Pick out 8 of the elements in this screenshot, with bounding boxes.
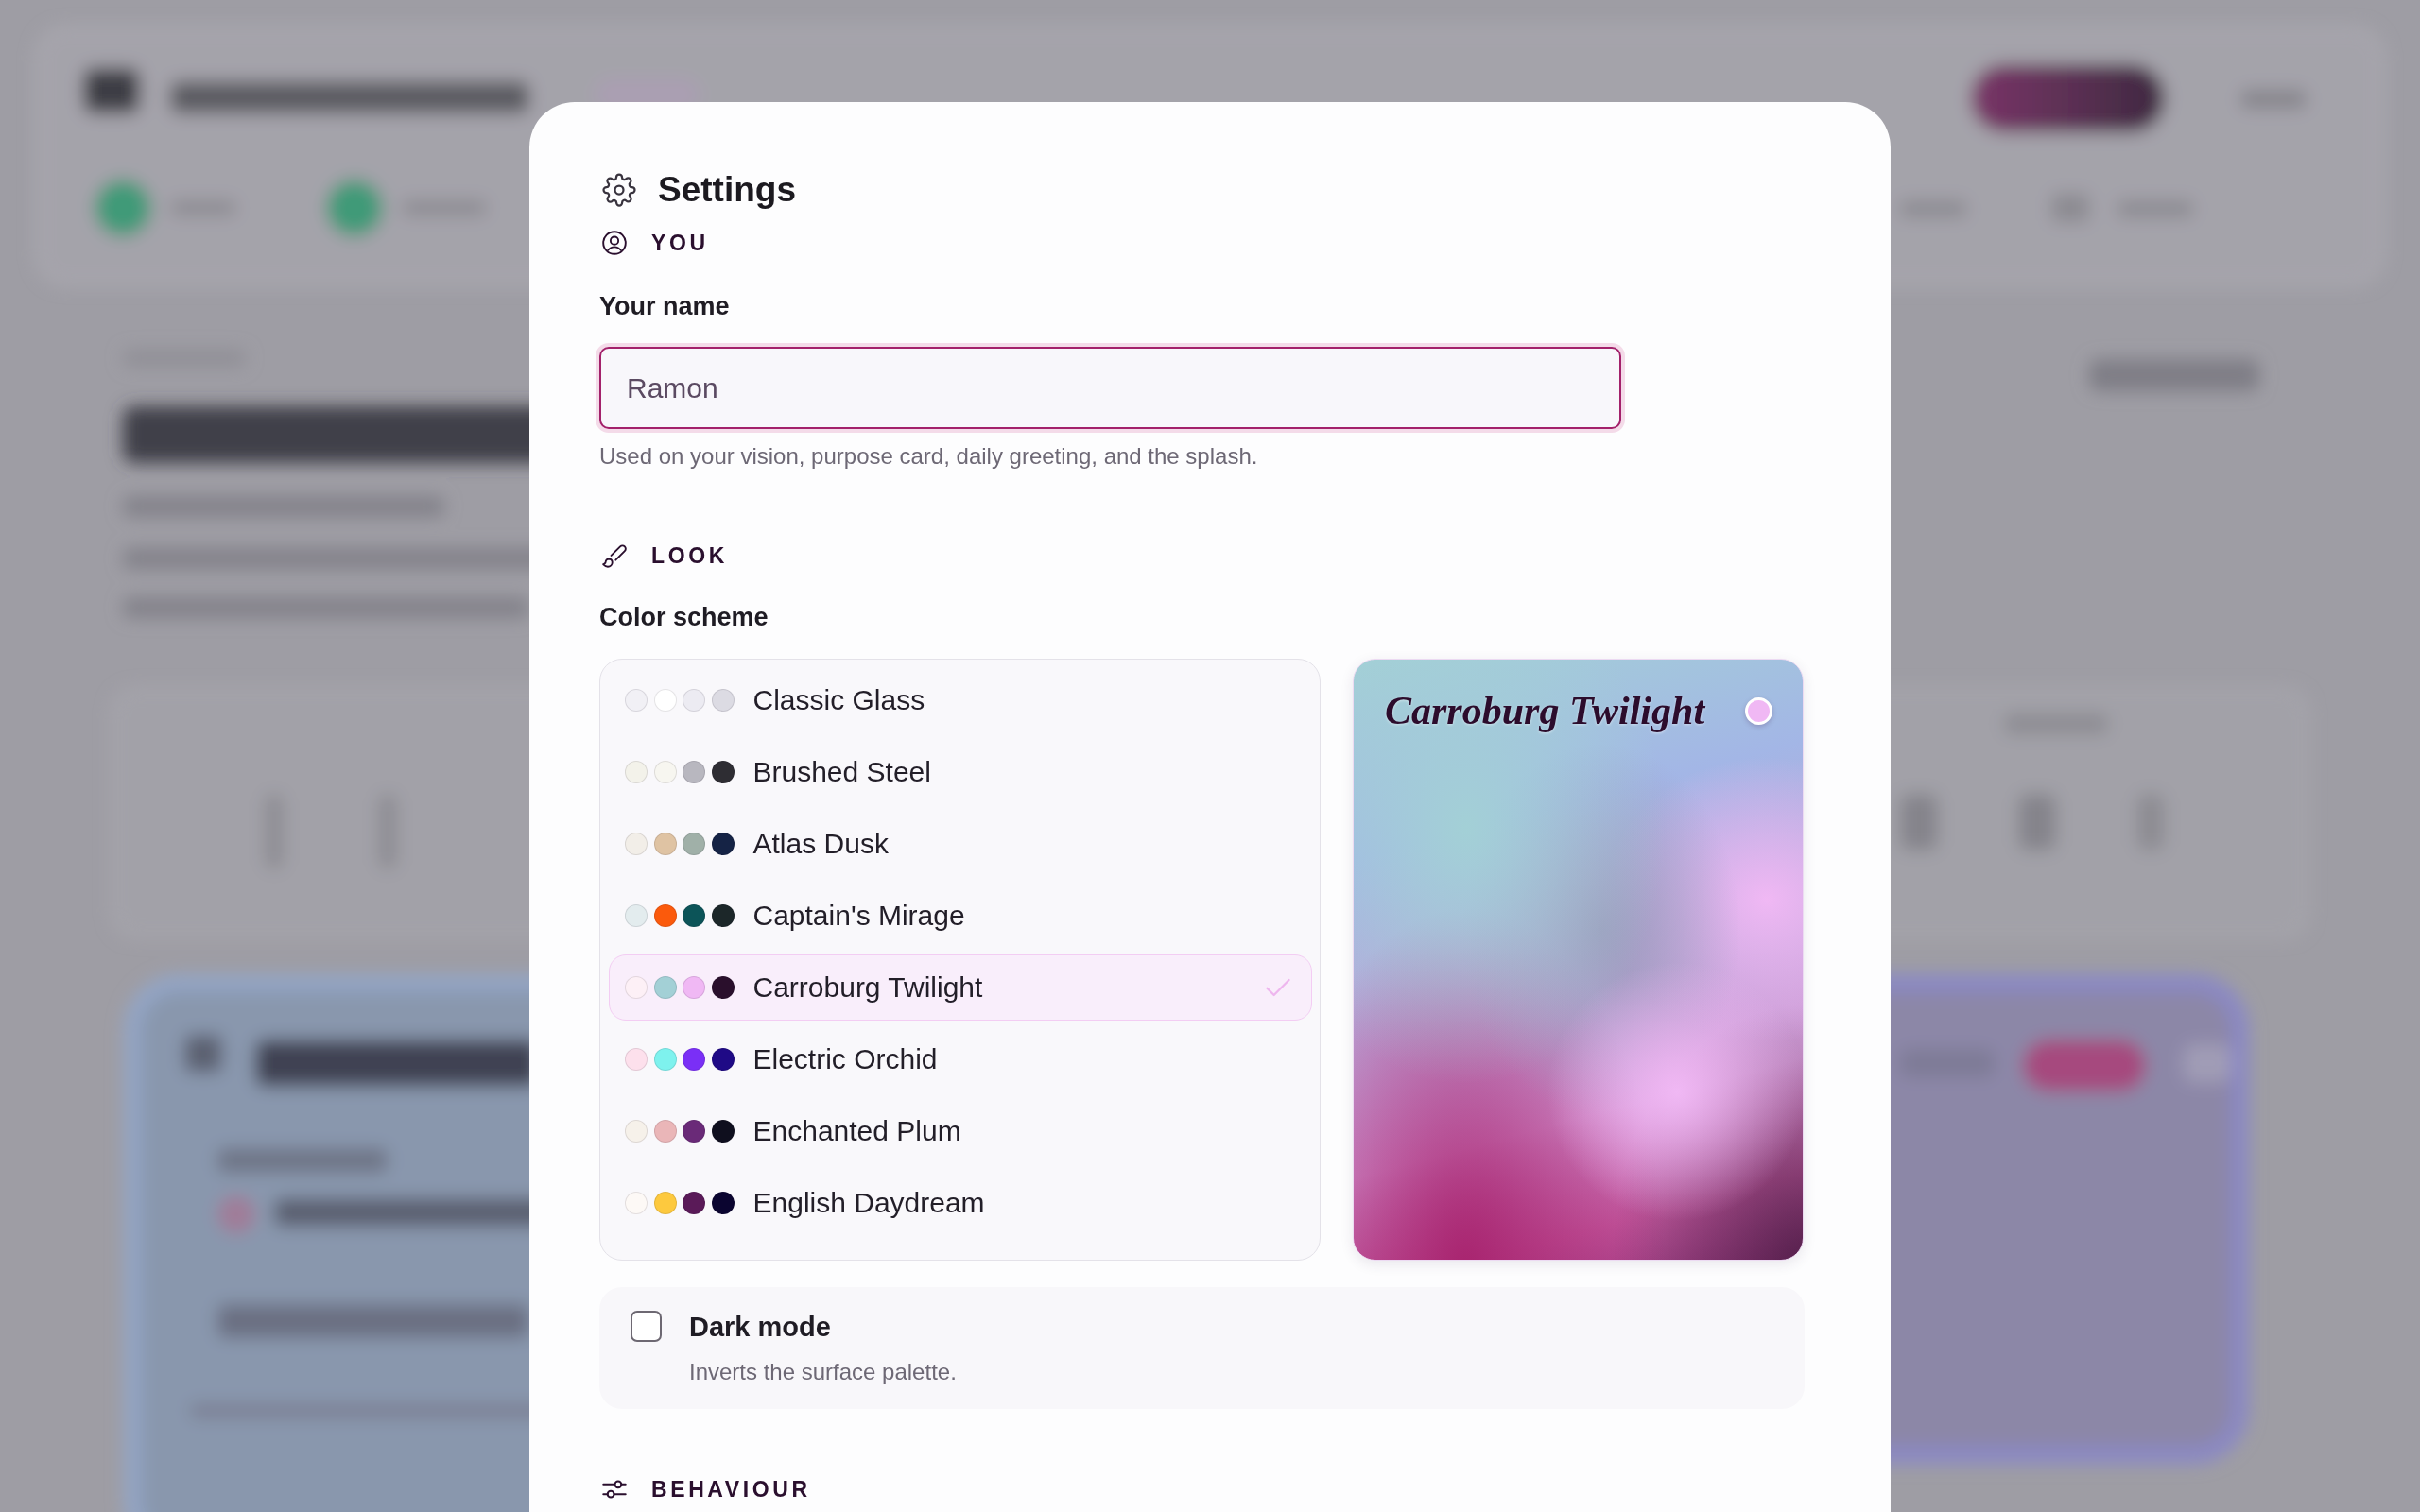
scheme-option[interactable]: Captain's Mirage: [608, 882, 1312, 949]
scheme-option[interactable]: English Daydream: [608, 1169, 1312, 1236]
scheme-option[interactable]: Electric Orchid: [608, 1025, 1312, 1092]
option-label: Dark mode: [689, 1311, 831, 1343]
scheme-option[interactable]: Enchanted Plum: [608, 1097, 1312, 1164]
scheme-option[interactable]: Carroburg Twilight: [608, 954, 1312, 1021]
option-description: Inverts the surface palette.: [689, 1359, 957, 1385]
section-heading: BEHAVIOUR: [651, 1476, 811, 1503]
